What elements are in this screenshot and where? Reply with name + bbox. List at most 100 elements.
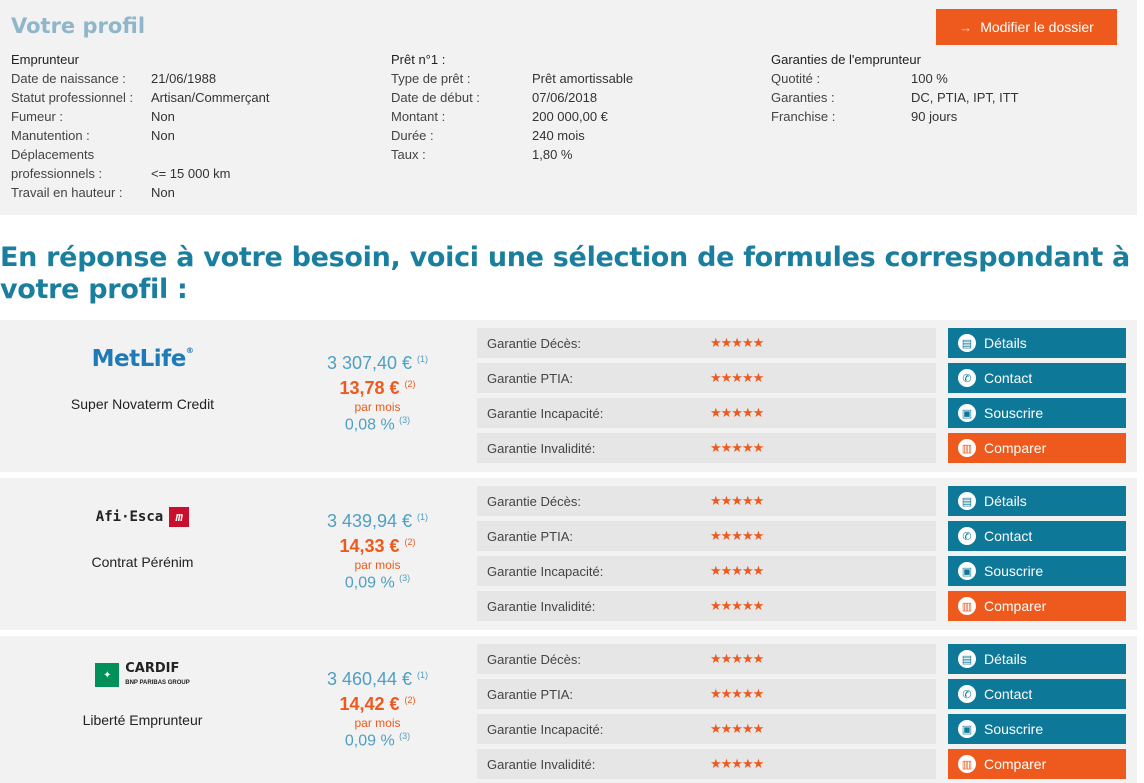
loan-section: Prêt n°1 : Type de prêt : Prêt amortissab… (391, 50, 633, 164)
edit-file-button[interactable]: → Modifier le dossier (936, 9, 1117, 45)
field-value: Non (151, 128, 175, 143)
field-label: Manutention : (11, 128, 90, 143)
insurer-logo: Afi·Esca m (0, 498, 285, 536)
star-rating: ★★★★★ (710, 528, 764, 544)
guarantee-row: Garantie Invalidité: ★★★★★ (477, 591, 936, 621)
borrower-row: Fumeur : Non (11, 107, 269, 126)
offer-card-metlife: MetLife® Super Novaterm Credit 3 307,40 … (0, 320, 1137, 472)
field-label: professionnels : (11, 166, 103, 181)
guarantees-row: Quotité : 100 % (771, 69, 1019, 88)
guarantee-row: Garantie Invalidité: ★★★★★ (477, 749, 936, 779)
loan-row: Montant : 200 000,00 € (391, 107, 633, 126)
product-name: Contrat Pérénim (91, 554, 194, 570)
subscribe-button[interactable]: ▣ Souscrire (948, 556, 1126, 586)
phone-icon: ✆ (958, 685, 976, 703)
field-label: Statut professionnel : (11, 90, 134, 105)
guarantee-label: Garantie Invalidité: (487, 598, 596, 614)
guarantee-label: Garantie Décès: (487, 651, 581, 667)
field-label: Travail en hauteur : (11, 185, 123, 200)
edit-file-label: Modifier le dossier (980, 19, 1094, 35)
loan-row: Taux : 1,80 % (391, 145, 633, 164)
details-button[interactable]: ▤ Détails (948, 486, 1126, 516)
price-block: 3 439,94 € (1) 14,33 € (2) par mois 0,09… (300, 478, 455, 592)
rate-value: 0,09 % (3) (344, 573, 411, 592)
monthly-cost: 13,78 € (2) (339, 378, 416, 398)
document-icon: ▤ (958, 334, 976, 352)
star-rating: ★★★★★ (710, 493, 764, 509)
compare-button[interactable]: ▥ Comparer (948, 433, 1126, 463)
rate-value: 0,09 % (3) (344, 731, 411, 750)
star-rating: ★★★★★ (710, 756, 764, 772)
guarantees-section: Garanties de l'emprunteur Quotité : 100 %… (771, 50, 1019, 126)
loan-row: Date de début : 07/06/2018 (391, 88, 633, 107)
details-button[interactable]: ▤ Détails (948, 644, 1126, 674)
contact-button[interactable]: ✆ Contact (948, 363, 1126, 393)
compare-button[interactable]: ▥ Comparer (948, 591, 1126, 621)
cart-icon: ▣ (958, 562, 976, 580)
field-value: 07/06/2018 (532, 90, 598, 105)
field-value: 21/06/1988 (151, 71, 217, 86)
field-label: Montant : (391, 109, 446, 124)
phone-icon: ✆ (958, 369, 976, 387)
monthly-cost: 14,33 € (2) (339, 536, 416, 556)
star-rating: ★★★★★ (710, 721, 764, 737)
field-value: <= 15 000 km (151, 166, 231, 181)
profile-title: Votre profil (11, 14, 146, 38)
borrower-section: Emprunteur Date de naissance : 21/06/1988… (11, 50, 269, 202)
guarantee-row: Garantie Incapacité: ★★★★★ (477, 398, 936, 428)
borrower-row: Statut professionnel : Artisan/Commerçant (11, 88, 269, 107)
compare-button[interactable]: ▥ Comparer (948, 749, 1126, 779)
borrower-row: Manutention : Non (11, 126, 269, 145)
field-value: Prêt amortissable (532, 71, 634, 86)
guarantee-label: Garantie Décès: (487, 493, 581, 509)
monthly-cost: 14,42 € (2) (339, 694, 416, 714)
guarantees-heading: Garanties de l'emprunteur (771, 52, 921, 67)
per-month-label: par mois (354, 400, 401, 414)
field-label: Type de prêt : (391, 71, 471, 86)
phone-icon: ✆ (958, 527, 976, 545)
price-block: 3 460,44 € (1) 14,42 € (2) par mois 0,09… (300, 636, 455, 750)
rate-value: 0,08 % (3) (344, 415, 411, 434)
field-value: 100 % (911, 71, 948, 86)
cardif-logo: ✦ CARDIF BNP PARIBAS GROUP (95, 662, 190, 689)
contact-button[interactable]: ✆ Contact (948, 679, 1126, 709)
guarantee-row: Garantie PTIA: ★★★★★ (477, 363, 936, 393)
star-rating: ★★★★★ (710, 651, 764, 667)
cart-icon: ▣ (958, 404, 976, 422)
contact-button[interactable]: ✆ Contact (948, 521, 1126, 551)
total-cost: 3 460,44 € (1) (326, 669, 429, 689)
per-month-label: par mois (354, 716, 401, 730)
guarantee-row: Garantie Décès: ★★★★★ (477, 644, 936, 674)
guarantee-label: Garantie Décès: (487, 335, 581, 351)
arrow-right-icon: → (959, 19, 973, 35)
field-value: 240 mois (532, 128, 585, 143)
profile-panel: Votre profil → Modifier le dossier Empru… (0, 0, 1137, 215)
subscribe-button[interactable]: ▣ Souscrire (948, 714, 1126, 744)
details-button[interactable]: ▤ Détails (948, 328, 1126, 358)
field-label: Taux : (391, 147, 426, 162)
field-value: Non (151, 109, 175, 124)
field-label: Date de naissance : (11, 71, 126, 86)
borrower-heading: Emprunteur (11, 52, 79, 67)
loan-heading: Prêt n°1 : (391, 52, 446, 67)
borrower-row: professionnels : <= 15 000 km (11, 164, 269, 183)
guarantee-label: Garantie PTIA: (487, 686, 573, 702)
subscribe-button[interactable]: ▣ Souscrire (948, 398, 1126, 428)
cart-icon: ▣ (958, 720, 976, 738)
total-cost: 3 307,40 € (1) (326, 353, 429, 373)
total-cost: 3 439,94 € (1) (326, 511, 429, 531)
guarantee-row: Garantie Décès: ★★★★★ (477, 486, 936, 516)
bar-chart-icon: ▥ (958, 755, 976, 773)
guarantee-row: Garantie Incapacité: ★★★★★ (477, 714, 936, 744)
field-value: 200 000,00 € (532, 109, 608, 124)
results-headline: En réponse à votre besoin, voici une sél… (0, 242, 1130, 305)
field-label: Fumeur : (11, 109, 64, 124)
bar-chart-icon: ▥ (958, 439, 976, 457)
afi-esca-logo: Afi·Esca m (96, 507, 190, 527)
guarantee-label: Garantie PTIA: (487, 528, 573, 544)
guarantee-row: Garantie PTIA: ★★★★★ (477, 521, 936, 551)
bar-chart-icon: ▥ (958, 597, 976, 615)
star-rating: ★★★★★ (710, 440, 764, 456)
star-rating: ★★★★★ (710, 686, 764, 702)
guarantee-label: Garantie PTIA: (487, 370, 573, 386)
